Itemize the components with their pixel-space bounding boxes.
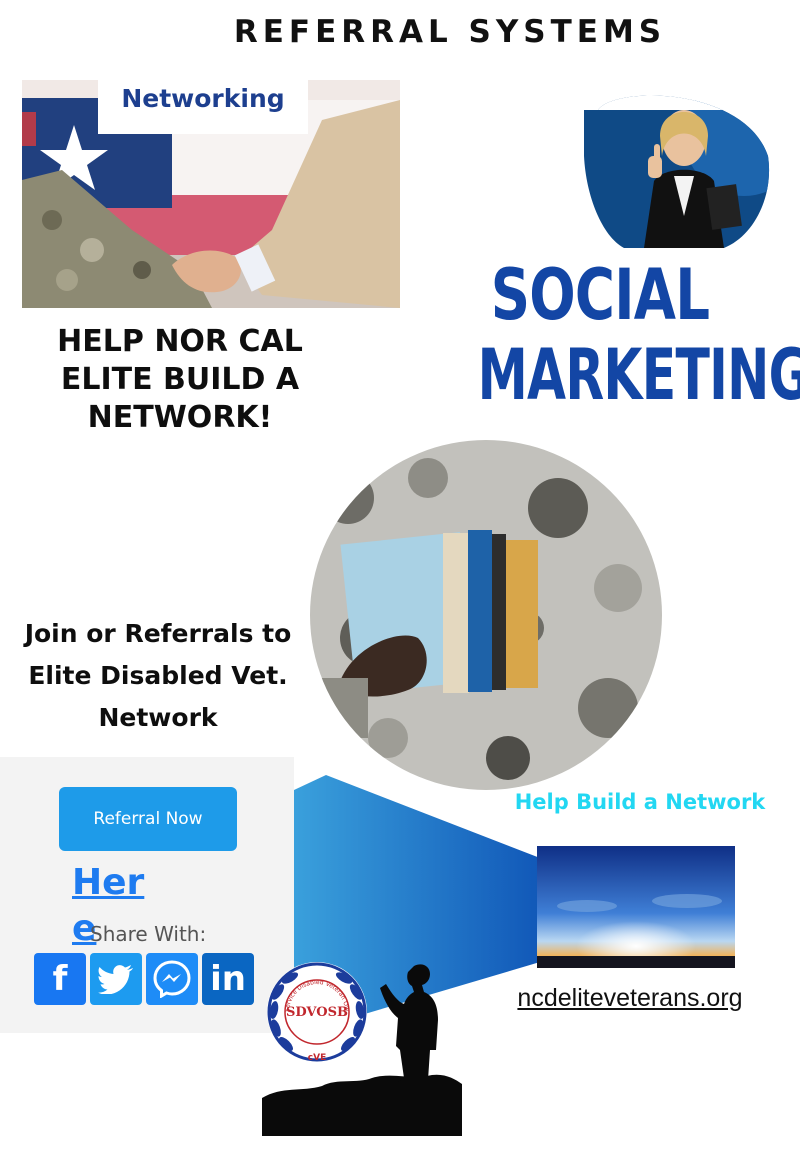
referral-now-button[interactable]: Referral Now (59, 787, 237, 851)
twitter-icon[interactable] (90, 953, 142, 1005)
sdvosb-badge: Service Disabled Veteran Owned Small Bus… (259, 955, 372, 1068)
linkedin-icon[interactable]: in (202, 953, 254, 1005)
help-build-network-text: Help Build a Network (514, 790, 766, 814)
badge-code-text: SDVOSB (286, 1005, 348, 1020)
share-icons-row: f in (34, 953, 254, 1005)
website-url-link[interactable]: ncdeliteveterans.org (480, 984, 780, 1013)
facebook-icon[interactable]: f (34, 953, 86, 1005)
share-with-label: Share With: (90, 922, 207, 946)
messenger-icon[interactable] (146, 953, 198, 1005)
sunrise-image (537, 846, 735, 971)
badge-mark-text: cVE (308, 1053, 326, 1063)
